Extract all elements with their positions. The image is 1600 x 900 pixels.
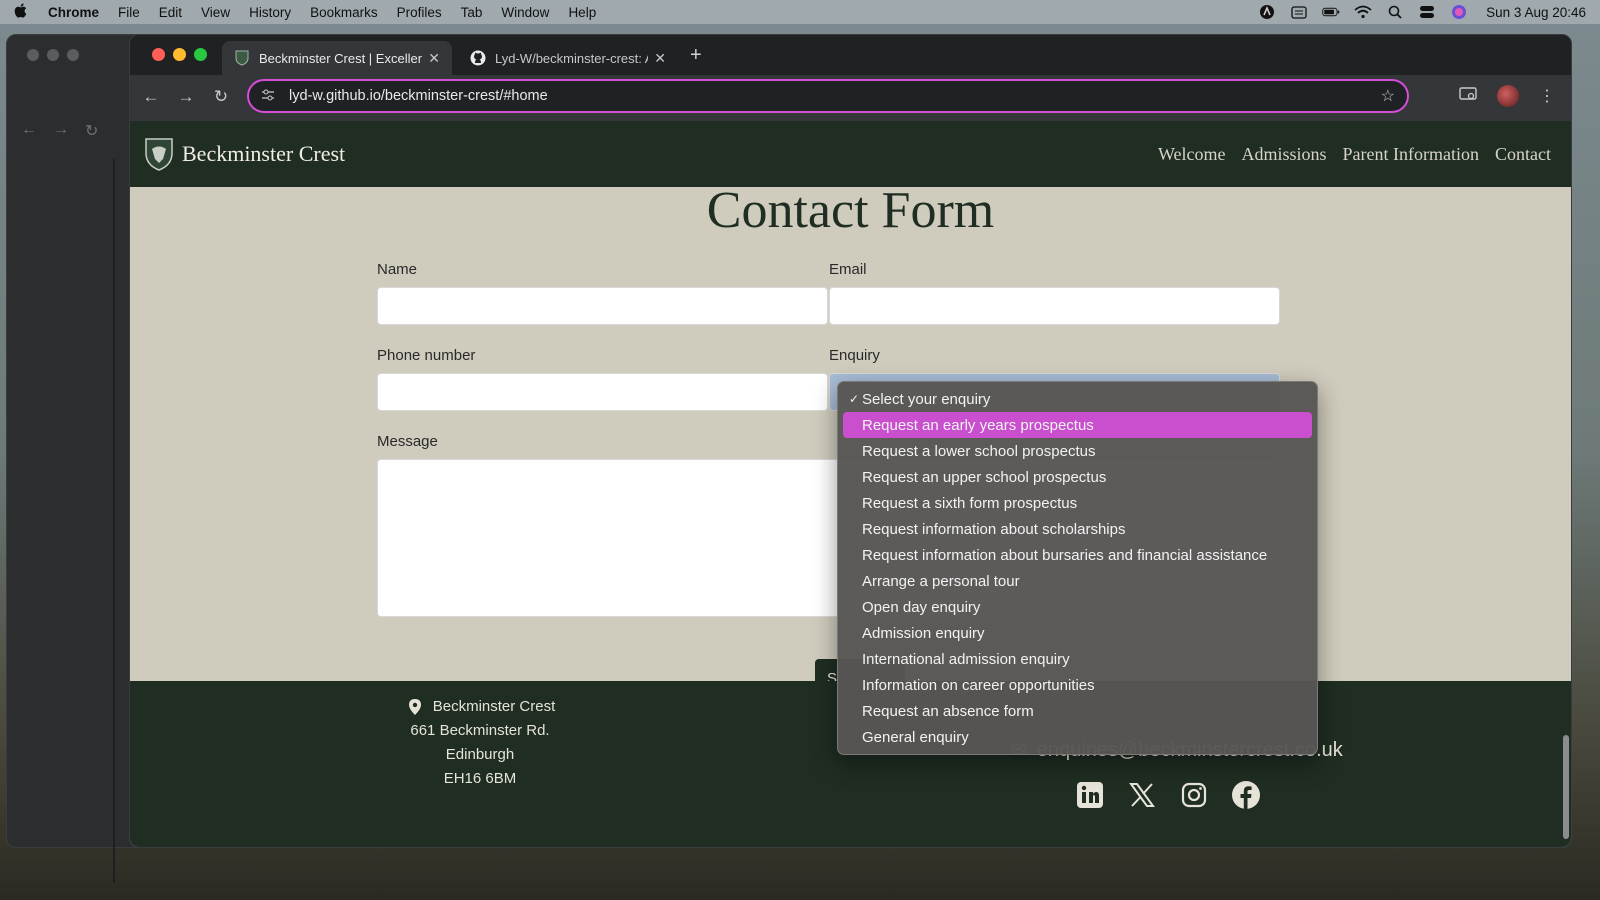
control-center-icon[interactable] — [1418, 5, 1436, 19]
enquiry-dropdown-menu: ✓ Select your enquiry Request an early ye… — [837, 381, 1318, 755]
location-pin-icon — [409, 699, 421, 723]
wifi-icon[interactable] — [1354, 5, 1372, 19]
menu-help[interactable]: Help — [568, 5, 596, 20]
battery-icon[interactable] — [1322, 5, 1340, 19]
reload-icon[interactable]: ↻ — [210, 87, 232, 107]
dropdown-option[interactable]: General enquiry — [843, 724, 1312, 750]
background-window-controls — [27, 49, 79, 61]
bookmark-star-icon[interactable]: ☆ — [1381, 86, 1395, 106]
message-label: Message — [377, 433, 438, 450]
email-field[interactable] — [829, 287, 1280, 325]
social-links — [1074, 779, 1262, 811]
instagram-icon[interactable] — [1178, 779, 1210, 811]
nav-contact[interactable]: Contact — [1495, 144, 1551, 165]
dropdown-option[interactable]: Request an absence form — [843, 698, 1312, 724]
browser-toolbar: ← → ↻ lyd-w.github.io/beckminster-crest/… — [130, 75, 1571, 121]
forward-icon[interactable]: → — [175, 87, 197, 107]
menu-file[interactable]: File — [118, 5, 140, 20]
dropdown-option[interactable]: Admission enquiry — [843, 620, 1312, 646]
checkmark-icon: ✓ — [849, 392, 860, 406]
tab-github[interactable]: Lyd-W/beckminster-crest: A w ✕ — [458, 41, 678, 75]
profile-avatar[interactable] — [1497, 85, 1519, 107]
vpn-icon[interactable] — [1258, 5, 1276, 19]
background-window-nav: ← → ↻ — [21, 121, 99, 140]
form-title: Contact Form — [706, 182, 995, 239]
menu-profiles[interactable]: Profiles — [397, 5, 442, 20]
site-navbar: Beckminster Crest Welcome Admissions Par… — [130, 121, 1571, 187]
footer-address: Beckminster Crest 661 Beckminster Rd. Ed… — [380, 695, 580, 791]
site-info-icon[interactable] — [261, 89, 277, 104]
close-window-button[interactable] — [152, 48, 165, 61]
menu-app-name[interactable]: Chrome — [48, 5, 99, 20]
menu-view[interactable]: View — [201, 5, 230, 20]
dropdown-option[interactable]: Request a lower school prospectus — [843, 438, 1312, 464]
siri-icon[interactable] — [1450, 5, 1468, 19]
menu-history[interactable]: History — [249, 5, 291, 20]
dropdown-option[interactable]: Open day enquiry — [843, 594, 1312, 620]
tab-close-icon[interactable]: ✕ — [654, 50, 666, 67]
site-nav-links: Welcome Admissions Parent Information Co… — [1158, 144, 1551, 165]
x-icon[interactable] — [1126, 779, 1158, 811]
spotlight-icon[interactable] — [1386, 5, 1404, 19]
zoom-window-button[interactable] — [194, 48, 207, 61]
dropdown-option[interactable]: Request an upper school prospectus — [843, 464, 1312, 490]
macos-menubar: Chrome File Edit View History Bookmarks … — [0, 0, 1600, 24]
name-field[interactable] — [377, 287, 828, 325]
new-tab-button[interactable]: + — [690, 44, 702, 67]
phone-field[interactable] — [377, 373, 828, 411]
page-scrollbar[interactable] — [1563, 735, 1569, 839]
github-icon — [470, 50, 486, 66]
menu-bookmarks[interactable]: Bookmarks — [310, 5, 378, 20]
site-logo[interactable]: Beckminster Crest — [144, 137, 345, 171]
keyboard-icon[interactable] — [1290, 5, 1308, 19]
address-line: EH16 6BM — [443, 770, 517, 787]
toolbar-actions: ⋮ — [1459, 85, 1555, 107]
tab-title: Beckminster Crest | Excellence — [259, 50, 423, 66]
more-menu-icon[interactable]: ⋮ — [1539, 86, 1555, 106]
address-line: Edinburgh — [445, 746, 515, 763]
phone-label: Phone number — [377, 347, 476, 364]
tab-strip: Beckminster Crest | Excellence ✕ Lyd-W/b… — [130, 35, 1571, 75]
menu-tab[interactable]: Tab — [461, 5, 483, 20]
linkedin-icon[interactable] — [1074, 779, 1106, 811]
dropdown-option[interactable]: Arrange a personal tour — [843, 568, 1312, 594]
cast-icon[interactable] — [1459, 86, 1477, 107]
back-icon[interactable]: ← — [140, 87, 162, 107]
menubar-clock[interactable]: Sun 3 Aug 20:46 — [1486, 5, 1586, 20]
facebook-icon[interactable] — [1230, 779, 1262, 811]
minimize-window-button[interactable] — [173, 48, 186, 61]
menu-edit[interactable]: Edit — [159, 5, 182, 20]
tab-beckminster-crest[interactable]: Beckminster Crest | Excellence ✕ — [222, 41, 452, 75]
dropdown-option[interactable]: Request information about bursaries and … — [843, 542, 1312, 568]
dropdown-option[interactable]: International admission enquiry — [843, 646, 1312, 672]
url-text[interactable]: lyd-w.github.io/beckminster-crest/#home — [289, 88, 1381, 104]
crest-favicon — [234, 50, 250, 66]
tab-title: Lyd-W/beckminster-crest: A w — [495, 50, 648, 66]
name-label: Name — [377, 261, 418, 278]
dropdown-option[interactable]: Request a sixth form prospectus — [843, 490, 1312, 516]
dropdown-option-highlighted[interactable]: Request an early years prospectus — [843, 412, 1312, 438]
apple-menu-icon[interactable] — [14, 2, 28, 22]
enquiry-label: Enquiry — [829, 347, 880, 364]
crest-logo-icon — [144, 137, 174, 171]
address-bar[interactable]: lyd-w.github.io/beckminster-crest/#home … — [247, 79, 1409, 113]
dropdown-option[interactable]: Request information about scholarships — [843, 516, 1312, 542]
dropdown-option[interactable]: Information on career opportunities — [843, 672, 1312, 698]
window-controls — [152, 48, 207, 61]
tab-close-icon[interactable]: ✕ — [428, 50, 440, 67]
email-label: Email — [829, 261, 867, 278]
dropdown-option[interactable]: ✓ Select your enquiry — [843, 386, 1312, 412]
nav-welcome[interactable]: Welcome — [1158, 144, 1226, 165]
nav-parent-information[interactable]: Parent Information — [1343, 144, 1479, 165]
site-brand[interactable]: Beckminster Crest — [182, 141, 345, 167]
nav-admissions[interactable]: Admissions — [1242, 144, 1327, 165]
menu-window[interactable]: Window — [501, 5, 549, 20]
